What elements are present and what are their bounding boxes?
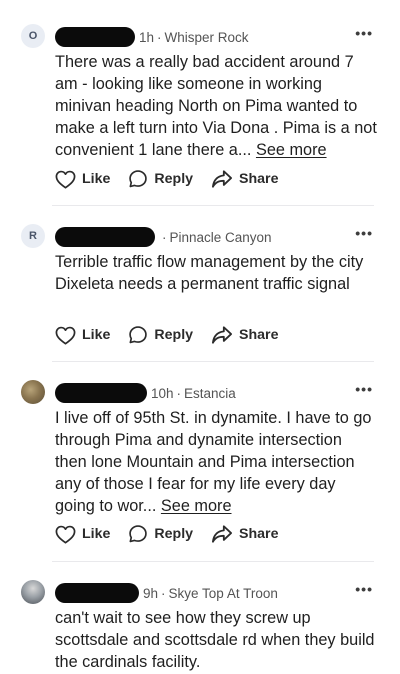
- comment-body: There was a really bad accident around 7…: [55, 51, 377, 161]
- comment-text: can't wait to see how they screw up scot…: [55, 609, 375, 671]
- redacted-author-name: [55, 227, 155, 247]
- comment-body: Terrible traffic flow management by the …: [55, 251, 377, 295]
- redacted-author-name: [55, 583, 139, 603]
- speech-bubble-icon: [129, 326, 148, 344]
- reply-button[interactable]: Reply: [128, 325, 193, 345]
- see-more-link[interactable]: See more: [161, 497, 232, 515]
- comment-feed: O 1h · Whisper Rock ••• There was a real…: [0, 0, 400, 674]
- share-label: Share: [239, 327, 279, 343]
- divider: [52, 561, 374, 562]
- divider: [52, 205, 374, 206]
- comment-actions: Like Reply Share: [55, 325, 296, 345]
- meta-separator: ·: [162, 229, 167, 245]
- avatar-initial: R: [29, 230, 37, 242]
- more-options-icon[interactable]: •••: [355, 582, 373, 596]
- heart-icon: [55, 326, 76, 345]
- author-neighborhood[interactable]: Whisper Rock: [165, 30, 249, 45]
- more-options-icon[interactable]: •••: [355, 382, 373, 396]
- reply-label: Reply: [154, 171, 194, 187]
- reply-button[interactable]: Reply: [128, 169, 193, 189]
- author-neighborhood[interactable]: Pinnacle Canyon: [170, 230, 272, 245]
- comment-body: can't wait to see how they screw up scot…: [55, 607, 377, 673]
- share-label: Share: [239, 171, 279, 187]
- like-button[interactable]: Like: [55, 170, 110, 189]
- comment-meta: 1h · Whisper Rock: [55, 26, 249, 48]
- author-neighborhood[interactable]: Estancia: [184, 386, 236, 401]
- comment-text: Terrible traffic flow management by the …: [55, 253, 364, 271]
- meta-separator: ·: [157, 29, 162, 45]
- comment-meta: 9h · Skye Top At Troon: [55, 582, 278, 604]
- share-button[interactable]: Share: [211, 325, 278, 345]
- heart-icon: [55, 170, 76, 189]
- redacted-author-name: [55, 27, 135, 47]
- avatar[interactable]: O: [21, 24, 45, 48]
- share-button[interactable]: Share: [211, 169, 278, 189]
- like-button[interactable]: Like: [55, 326, 110, 345]
- share-arrow-icon: [212, 326, 233, 344]
- comment-meta: 10h · Estancia: [55, 382, 236, 404]
- avatar[interactable]: R: [21, 224, 45, 248]
- comment: R · Pinnacle Canyon ••• Terrible traffic…: [0, 218, 400, 358]
- reply-label: Reply: [154, 526, 194, 542]
- avatar-photo[interactable]: [21, 580, 45, 604]
- meta-separator: ·: [161, 585, 166, 601]
- share-label: Share: [239, 526, 279, 542]
- like-button[interactable]: Like: [55, 525, 110, 544]
- share-arrow-icon: [212, 170, 233, 188]
- more-options-icon[interactable]: •••: [355, 226, 373, 240]
- like-label: Like: [82, 327, 111, 343]
- comment-text: There was a really bad accident around 7…: [55, 53, 377, 159]
- comment-time: 10h: [151, 385, 174, 401]
- comment-time: 1h: [139, 29, 155, 45]
- comment-text: Dixeleta needs a permanent traffic signa…: [55, 275, 350, 293]
- avatar-initial: O: [28, 30, 38, 42]
- reply-button[interactable]: Reply: [128, 524, 193, 544]
- comment-actions: Like Reply Share: [55, 524, 296, 544]
- more-options-icon[interactable]: •••: [355, 26, 373, 40]
- like-label: Like: [82, 171, 111, 187]
- comment-actions: Like Reply Share: [55, 169, 296, 189]
- see-more-link[interactable]: See more: [256, 141, 327, 159]
- comment-meta: · Pinnacle Canyon: [55, 226, 272, 248]
- comment: O 1h · Whisper Rock ••• There was a real…: [0, 18, 400, 203]
- share-button[interactable]: Share: [211, 524, 278, 544]
- heart-icon: [55, 525, 76, 544]
- comment: 9h · Skye Top At Troon ••• can't wait to…: [0, 574, 400, 674]
- redacted-author-name: [55, 383, 147, 403]
- avatar-photo[interactable]: [21, 380, 45, 404]
- author-neighborhood[interactable]: Skye Top At Troon: [169, 586, 278, 601]
- speech-bubble-icon: [129, 170, 148, 188]
- reply-label: Reply: [154, 327, 194, 343]
- share-arrow-icon: [212, 525, 233, 543]
- comment-time: 9h: [143, 585, 159, 601]
- like-label: Like: [82, 526, 111, 542]
- comment-body: I live off of 95th St. in dynamite. I ha…: [55, 407, 377, 517]
- comment: 10h · Estancia ••• I live off of 95th St…: [0, 374, 400, 559]
- divider: [52, 361, 374, 362]
- meta-separator: ·: [176, 385, 182, 401]
- speech-bubble-icon: [129, 525, 148, 543]
